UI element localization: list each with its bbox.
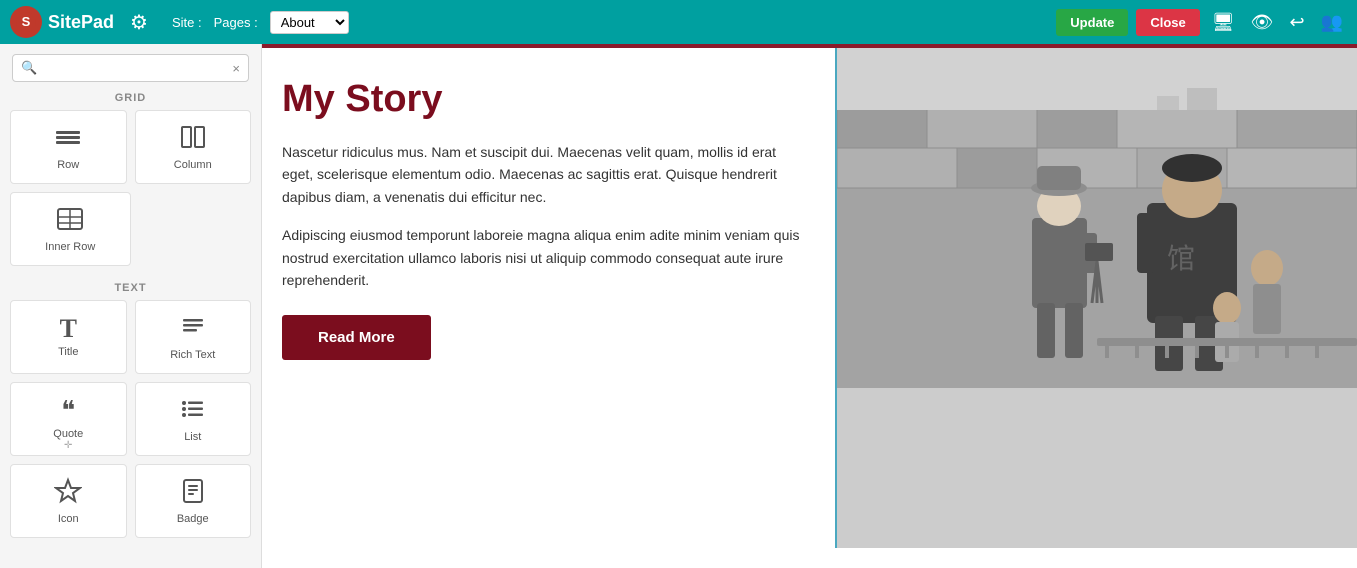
list-icon: [179, 395, 207, 427]
sidebar: 🔍 × GRID Row: [0, 44, 262, 568]
rich-text-label: Rich Text: [170, 349, 215, 361]
history-icon: ↩: [1289, 12, 1304, 32]
canvas-area: My Story Nascetur ridiculus mus. Nam et …: [262, 44, 1357, 568]
canvas-left-column: My Story Nascetur ridiculus mus. Nam et …: [262, 48, 837, 548]
update-button[interactable]: Update: [1056, 9, 1128, 36]
story-para-2: Adipiscing eiusmod temporunt laboreie ma…: [282, 224, 805, 291]
row-icon: [54, 123, 82, 155]
grid-section-label: GRID: [0, 92, 261, 104]
search-clear-button[interactable]: ×: [232, 61, 240, 76]
inner-row-label: Inner Row: [45, 241, 95, 253]
search-bar: 🔍 ×: [12, 54, 249, 82]
badge-icon: [179, 477, 207, 509]
header-actions: Update Close 🖥 👁 ↩ 👥: [1056, 8, 1347, 37]
title-icon: T: [60, 316, 77, 342]
eye-icon: 👁: [1251, 12, 1274, 32]
gear-button[interactable]: ⚙: [126, 6, 152, 39]
desktop-view-button[interactable]: 🖥: [1208, 8, 1239, 37]
close-button[interactable]: Close: [1136, 9, 1199, 36]
widget-list[interactable]: List: [135, 382, 252, 456]
widget-badge[interactable]: Badge: [135, 464, 252, 538]
pages-select[interactable]: About Home Contact Blog: [270, 11, 349, 34]
widget-column[interactable]: Column: [135, 110, 252, 184]
column-label: Column: [174, 159, 212, 171]
widget-icon[interactable]: Icon: [10, 464, 127, 538]
text-widget-grid: T Title Rich Text ❝ Quote ✛: [0, 300, 261, 546]
row-label: Row: [57, 159, 79, 171]
read-more-button[interactable]: Read More: [282, 315, 431, 360]
svg-text:S: S: [22, 14, 31, 29]
rich-text-icon: [179, 313, 207, 345]
quote-icon: ❝: [61, 398, 75, 424]
users-icon: 👥: [1321, 12, 1343, 32]
inner-row-icon: [56, 205, 84, 237]
canvas-content: My Story Nascetur ridiculus mus. Nam et …: [262, 48, 1357, 548]
quote-label: Quote: [53, 428, 83, 440]
canvas-right-column: 馆: [837, 48, 1357, 548]
icon-widget-icon: [54, 477, 82, 509]
widget-rich-text[interactable]: Rich Text: [135, 300, 252, 374]
app-name: SitePad: [48, 12, 114, 33]
widget-inner-row[interactable]: Inner Row: [10, 192, 131, 266]
search-icon: 🔍: [21, 60, 37, 76]
users-button[interactable]: 👥: [1317, 8, 1347, 37]
header: S SitePad ⚙ Site : Pages : About Home Co…: [0, 0, 1357, 44]
photo-svg: 馆: [837, 48, 1357, 388]
widget-row[interactable]: Row: [10, 110, 127, 184]
badge-label: Badge: [177, 513, 209, 525]
drag-indicator: ✛: [64, 440, 72, 451]
search-input[interactable]: [43, 61, 226, 76]
story-photo: 馆: [837, 48, 1357, 548]
column-icon: [179, 123, 207, 155]
story-para-1: Nascetur ridiculus mus. Nam et suscipit …: [282, 141, 805, 208]
icon-label: Icon: [58, 513, 79, 525]
list-label: List: [184, 431, 201, 443]
grid-widget-grid: Row Column: [0, 110, 261, 274]
pages-label: Pages :: [214, 15, 258, 30]
widget-title[interactable]: T Title: [10, 300, 127, 374]
title-label: Title: [58, 346, 78, 358]
story-title: My Story: [282, 78, 805, 121]
text-section-label: TEXT: [0, 282, 261, 294]
preview-button[interactable]: 👁: [1247, 8, 1278, 37]
main-layout: 🔍 × GRID Row: [0, 44, 1357, 568]
logo-area: S SitePad: [10, 6, 114, 38]
desktop-icon: 🖥: [1212, 12, 1235, 32]
gear-icon: ⚙: [130, 12, 148, 34]
history-button[interactable]: ↩: [1285, 8, 1308, 37]
sitepad-logo-icon: S: [10, 6, 42, 38]
widget-quote[interactable]: ❝ Quote ✛: [10, 382, 127, 456]
site-label: Site :: [172, 15, 202, 30]
